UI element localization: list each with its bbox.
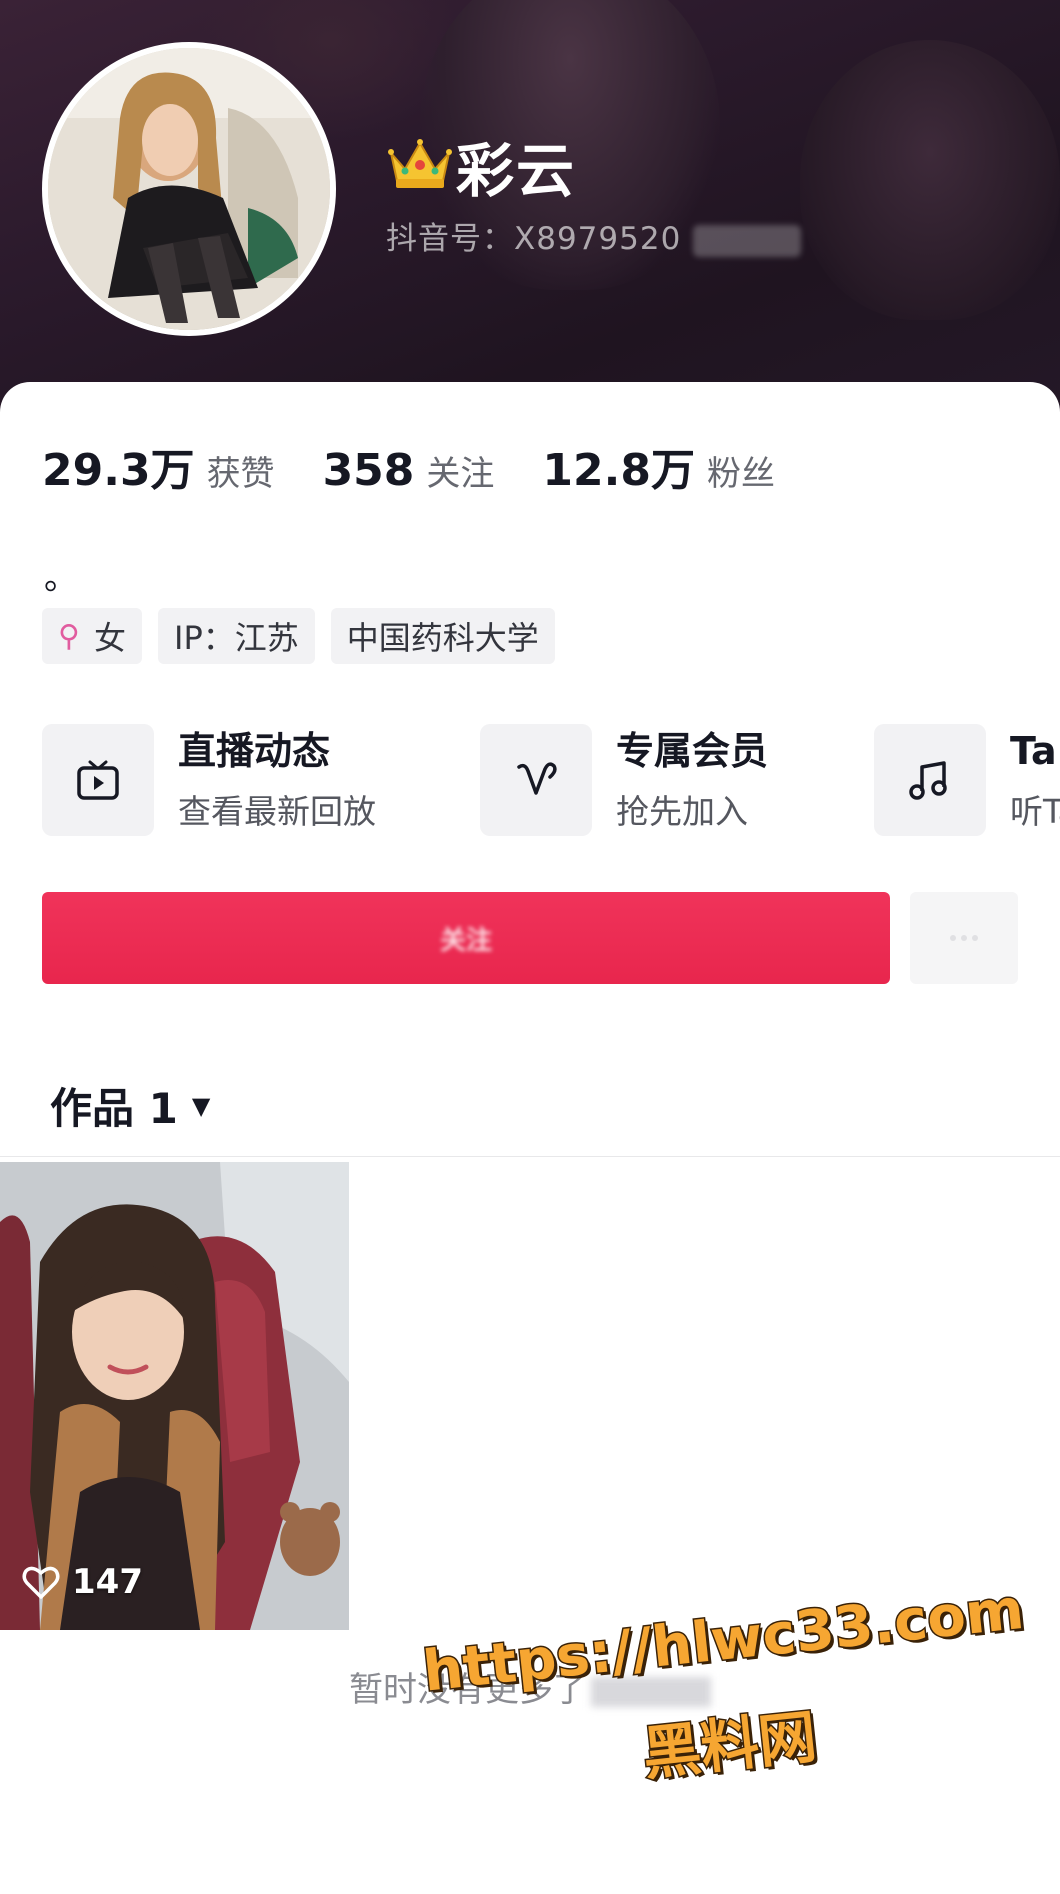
douyin-id-text: 抖音号：X8979520 [386, 221, 682, 257]
feature-membership[interactable]: 专属会员 抢先加入 [480, 720, 768, 840]
heart-outline-icon [22, 1566, 60, 1599]
divider [0, 1156, 1060, 1157]
follow-label: 关注 [439, 925, 492, 956]
nickname: 彩云 [456, 137, 577, 205]
school-tag[interactable]: 中国药科大学 [330, 608, 555, 664]
profile-tags: ⚲ 女 IP：江苏 中国药科大学 [42, 608, 571, 664]
feature-subtitle: 听Ta [1010, 792, 1060, 831]
feature-subtitle: 查看最新回放 [178, 792, 376, 831]
feature-title: 直播动态 [178, 729, 331, 773]
school-label: 中国药科大学 [346, 619, 539, 657]
feature-subtitle: 抢先加入 [616, 792, 748, 831]
stat-likes[interactable]: 29.3万 获赞 [42, 434, 275, 498]
gender-label: 女 [93, 619, 126, 657]
music-note-icon [874, 724, 986, 836]
feature-title: Ta [1010, 729, 1057, 773]
follow-button[interactable]: 关注 [42, 892, 890, 984]
stat-following[interactable]: 358 关注 [323, 445, 495, 496]
heart-v-icon [480, 724, 592, 836]
ip-tag: IP：江苏 [158, 608, 315, 664]
header-background-shape [800, 40, 1060, 320]
stat-label: 粉丝 [706, 454, 775, 494]
feature-live-updates[interactable]: 直播动态 查看最新回放 [42, 720, 376, 840]
like-count-value: 147 [72, 1562, 143, 1602]
avatar[interactable] [42, 42, 336, 336]
douyin-id: 抖音号：X8979520 [386, 213, 802, 258]
more-dots-icon [950, 935, 978, 941]
stat-value: 358 [322, 445, 415, 496]
video-cover-image [0, 1162, 349, 1630]
female-icon: ⚲ [58, 618, 80, 654]
caret-down-icon: ▼ [191, 1091, 211, 1120]
blurred-mark [693, 224, 802, 257]
feature-music[interactable]: Ta 听Ta [874, 720, 1060, 840]
video-thumbnail[interactable]: 147 [0, 1162, 349, 1630]
stat-value: 29.3万 [42, 445, 195, 496]
like-count: 147 [22, 1562, 143, 1602]
stats-row: 29.3万 获赞 358 关注 12.8万 粉丝 [42, 434, 823, 498]
feature-title: 专属会员 [616, 729, 769, 773]
more-button[interactable] [910, 892, 1018, 984]
watermark-site-name: 黑料网 [638, 1701, 821, 1790]
stat-label: 获赞 [206, 454, 275, 494]
crown-icon [388, 139, 452, 188]
stat-label: 关注 [426, 454, 495, 494]
avatar-photo [48, 48, 330, 330]
stat-followers[interactable]: 12.8万 粉丝 [542, 434, 775, 498]
feature-row: 直播动态 查看最新回放 专属会员 抢先加入 Ta 听T [42, 720, 1060, 840]
works-tab-label: 作品 1 [50, 1084, 178, 1133]
profile-header: 彩云 抖音号：X8979520 [0, 0, 1060, 420]
stat-value: 12.8万 [542, 445, 695, 496]
tab-works[interactable]: 作品 1 ▼ [50, 1075, 210, 1136]
gender-tag: ⚲ 女 [42, 608, 142, 664]
bio-text: 。 [44, 558, 78, 598]
tv-play-icon [42, 724, 154, 836]
ip-label: IP：江苏 [174, 619, 299, 657]
